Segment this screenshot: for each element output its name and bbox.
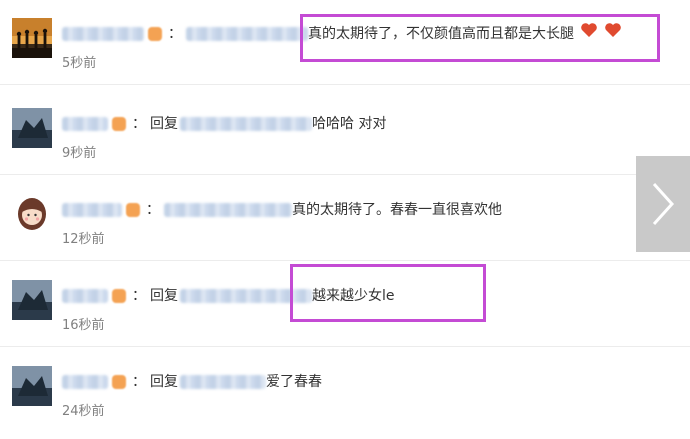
member-badge-icon: [112, 289, 126, 303]
colon: ：: [146, 202, 160, 218]
mention-blurred[interactable]: [180, 117, 312, 131]
comment-text: 哈哈哈 对对: [312, 116, 387, 132]
username-blurred[interactable]: [62, 289, 108, 303]
comment-item: ： 真的太期待了。春春一直很喜欢他 12秒前: [0, 176, 690, 261]
comment-text: 真的太期待了。春春一直很喜欢他: [292, 202, 502, 218]
timestamp: 16秒前: [62, 318, 105, 333]
timestamp: 5秒前: [62, 56, 97, 71]
comment-line: ：回复 爱了春春: [62, 370, 322, 394]
username-blurred[interactable]: [62, 375, 108, 389]
username-blurred[interactable]: [62, 27, 144, 41]
username-blurred[interactable]: [62, 117, 108, 131]
comment-line: ：回复 哈哈哈 对对: [62, 112, 386, 136]
avatar[interactable]: [12, 194, 52, 234]
member-badge-icon: [112, 117, 126, 131]
colon: ：: [132, 116, 146, 132]
reply-label: 回复: [150, 374, 178, 390]
highlight-box: [300, 14, 660, 62]
comment-line: ： 真的太期待了。春春一直很喜欢他: [62, 198, 502, 222]
comment-text: 爱了春春: [266, 374, 322, 390]
member-badge-icon: [112, 375, 126, 389]
reply-label: 回复: [150, 288, 178, 304]
colon: ：: [132, 374, 146, 390]
reply-label: 回复: [150, 116, 178, 132]
comment-item: ：回复 哈哈哈 对对 9秒前: [0, 90, 690, 175]
mention-blurred[interactable]: [164, 203, 292, 217]
avatar[interactable]: [12, 18, 52, 58]
highlight-box: [290, 264, 486, 322]
comment-item: ：回复 爱了春春 24秒前: [0, 348, 690, 432]
timestamp: 9秒前: [62, 146, 97, 161]
mention-blurred[interactable]: [186, 27, 308, 41]
colon: ：: [168, 26, 182, 42]
timestamp: 12秒前: [62, 232, 105, 247]
mention-blurred[interactable]: [180, 375, 266, 389]
timestamp: 24秒前: [62, 404, 105, 419]
next-arrow-button[interactable]: [636, 156, 690, 252]
avatar[interactable]: [12, 280, 52, 320]
avatar[interactable]: [12, 366, 52, 406]
avatar[interactable]: [12, 108, 52, 148]
member-badge-icon: [126, 203, 140, 217]
username-blurred[interactable]: [62, 203, 122, 217]
member-badge-icon: [148, 27, 162, 41]
colon: ：: [132, 288, 146, 304]
